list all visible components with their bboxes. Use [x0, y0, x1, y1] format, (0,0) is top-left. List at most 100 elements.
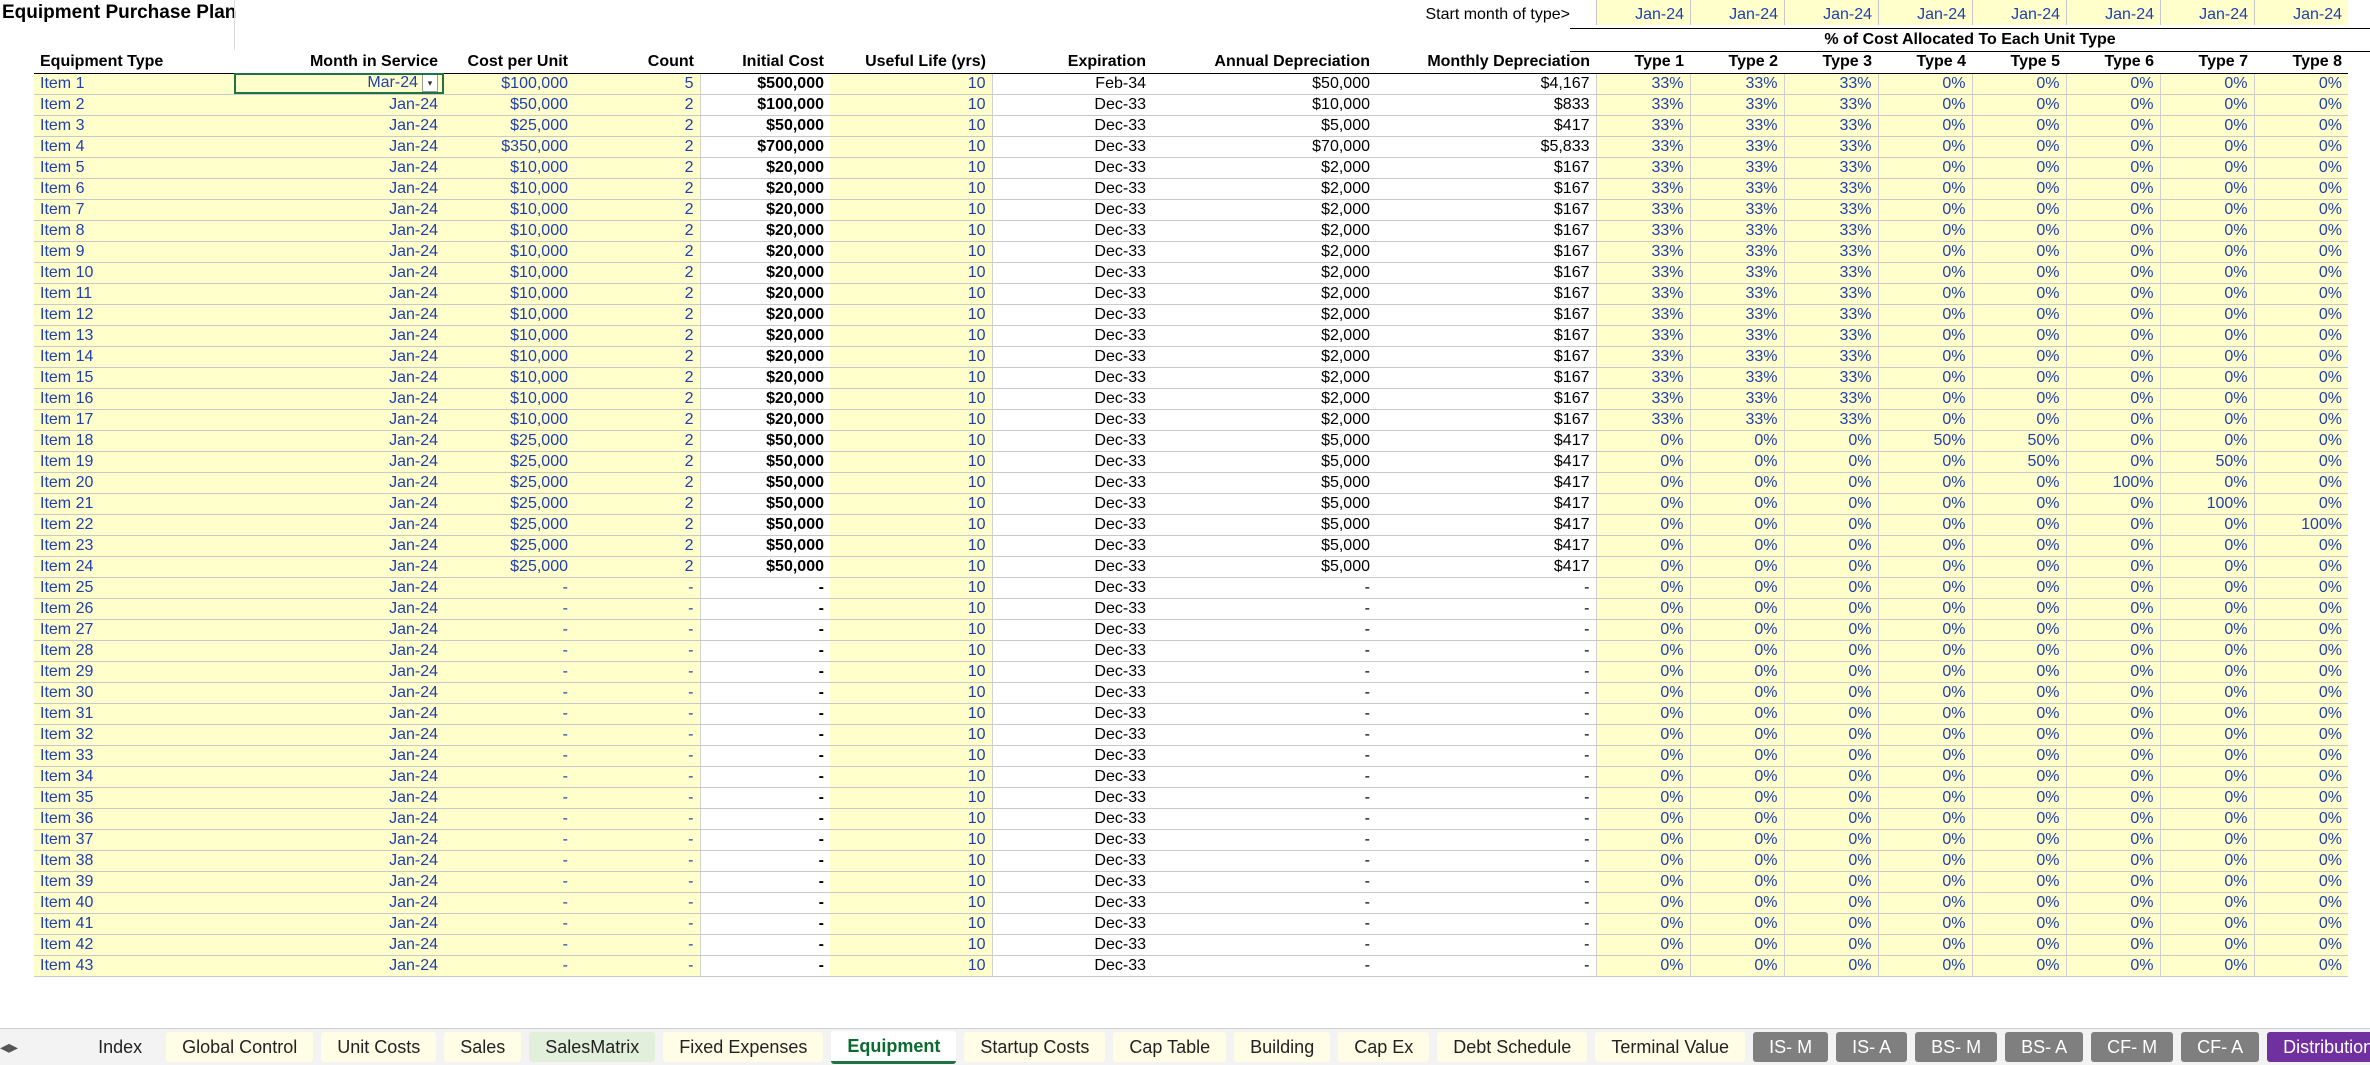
table-cell[interactable]: Item 4 [34, 136, 234, 158]
column-header[interactable]: Count [574, 51, 700, 74]
table-cell[interactable]: 0% [2253, 661, 2348, 683]
table-cell[interactable]: 0% [1595, 871, 1690, 893]
table-cell[interactable]: 0% [1971, 136, 2066, 158]
table-cell[interactable]: 100% [2065, 472, 2160, 494]
table-cell[interactable]: 0% [2065, 598, 2160, 620]
table-cell[interactable]: 0% [2159, 136, 2254, 158]
table-cell[interactable]: - [444, 766, 574, 788]
table-cell[interactable]: - [1376, 934, 1596, 956]
table-cell[interactable]: 0% [2159, 913, 2254, 935]
table-cell[interactable]: $10,000 [444, 388, 574, 410]
table-cell[interactable]: Item 23 [34, 535, 234, 557]
table-cell[interactable]: Dec-33 [991, 199, 1152, 221]
table-cell[interactable]: $50,000 [699, 556, 830, 578]
column-header[interactable]: Type 5 [1972, 51, 2066, 74]
table-cell[interactable]: 0% [1971, 913, 2066, 935]
table-cell[interactable]: 0% [1877, 577, 1972, 599]
table-cell[interactable]: 0% [2159, 724, 2254, 746]
table-cell[interactable]: - [699, 724, 830, 746]
column-header[interactable]: Type 8 [2254, 51, 2348, 74]
table-cell[interactable]: - [444, 598, 574, 620]
table-cell[interactable]: $25,000 [444, 514, 574, 536]
start-month-type-5[interactable]: Jan-24 [1972, 0, 2066, 25]
table-cell[interactable]: 0% [1971, 535, 2066, 557]
table-cell[interactable]: Item 8 [34, 220, 234, 242]
table-cell[interactable]: 0% [2253, 556, 2348, 578]
table-cell[interactable]: 33% [1689, 199, 1784, 221]
table-cell[interactable]: 10 [830, 241, 992, 263]
table-cell[interactable]: - [574, 598, 700, 620]
table-cell[interactable]: - [574, 619, 700, 641]
table-cell[interactable]: 0% [1877, 514, 1972, 536]
table-cell[interactable]: $2,000 [1152, 199, 1376, 221]
table-cell[interactable]: Jan-24 [234, 157, 444, 179]
table-cell[interactable]: Item 21 [34, 493, 234, 515]
table-cell[interactable]: $50,000 [699, 451, 830, 473]
table-cell[interactable]: 0% [2065, 220, 2160, 242]
table-cell[interactable]: - [1152, 661, 1376, 683]
table-cell[interactable]: Dec-33 [991, 808, 1152, 830]
table-cell[interactable]: 0% [2065, 199, 2160, 221]
table-cell[interactable]: - [1152, 577, 1376, 599]
table-cell[interactable]: 0% [1877, 199, 1972, 221]
table-cell[interactable]: 0% [1877, 325, 1972, 347]
table-cell[interactable]: Item 11 [34, 283, 234, 305]
table-cell[interactable]: $2,000 [1152, 241, 1376, 263]
table-cell[interactable]: 0% [2253, 136, 2348, 158]
table-cell[interactable]: Item 17 [34, 409, 234, 431]
table-cell[interactable]: Dec-33 [991, 640, 1152, 662]
table-cell[interactable]: 0% [1971, 766, 2066, 788]
table-cell[interactable]: $167 [1376, 283, 1596, 305]
table-cell[interactable]: Jan-24 [234, 556, 444, 578]
table-cell[interactable]: $2,000 [1152, 157, 1376, 179]
table-cell[interactable]: 0% [1595, 703, 1690, 725]
table-cell[interactable]: $167 [1376, 178, 1596, 200]
table-cell[interactable]: Jan-24 [234, 535, 444, 557]
table-cell[interactable]: 10 [830, 115, 992, 137]
table-cell[interactable]: 33% [1783, 157, 1878, 179]
table-cell[interactable]: 10 [830, 724, 992, 746]
table-cell[interactable]: Jan-24 [234, 850, 444, 872]
table-cell[interactable]: - [1152, 703, 1376, 725]
table-cell[interactable]: 0% [1689, 472, 1784, 494]
table-cell[interactable]: 0% [1783, 829, 1878, 851]
table-cell[interactable]: $167 [1376, 199, 1596, 221]
table-cell[interactable]: 0% [1877, 451, 1972, 473]
table-cell[interactable]: 0% [2253, 325, 2348, 347]
table-cell[interactable]: 33% [1595, 262, 1690, 284]
table-cell[interactable]: 0% [1971, 262, 2066, 284]
table-cell[interactable]: Dec-33 [991, 472, 1152, 494]
table-cell[interactable]: - [574, 850, 700, 872]
table-cell[interactable]: 0% [2253, 871, 2348, 893]
table-cell[interactable]: 0% [1877, 703, 1972, 725]
start-month-type-3[interactable]: Jan-24 [1784, 0, 1878, 25]
table-cell[interactable]: Dec-33 [991, 136, 1152, 158]
table-cell[interactable]: 0% [2159, 556, 2254, 578]
column-header[interactable]: Useful Life (yrs) [830, 51, 992, 74]
table-cell[interactable]: 0% [2065, 94, 2160, 116]
table-cell[interactable]: 33% [1783, 115, 1878, 137]
table-cell[interactable]: Item 28 [34, 640, 234, 662]
table-cell[interactable]: - [699, 766, 830, 788]
table-cell[interactable]: 10 [830, 766, 992, 788]
tab-is-a[interactable]: IS- A [1836, 1032, 1908, 1062]
table-cell[interactable]: Item 9 [34, 241, 234, 263]
table-cell[interactable]: 0% [1971, 94, 2066, 116]
table-cell[interactable]: $2,000 [1152, 409, 1376, 431]
table-cell[interactable]: 0% [2253, 829, 2348, 851]
table-cell[interactable]: 0% [1971, 472, 2066, 494]
table-cell[interactable]: 10 [830, 157, 992, 179]
table-cell[interactable]: 0% [2253, 346, 2348, 368]
table-cell[interactable]: - [574, 787, 700, 809]
table-cell[interactable]: 0% [2159, 934, 2254, 956]
column-header[interactable]: Month in Service [234, 51, 444, 74]
table-cell[interactable]: 0% [1689, 745, 1784, 767]
table-cell[interactable]: 0% [1689, 955, 1784, 977]
table-cell[interactable]: $20,000 [699, 241, 830, 263]
table-cell[interactable]: 0% [1595, 514, 1690, 536]
tab-next-icon[interactable]: ▸ [9, 1037, 18, 1058]
table-cell[interactable]: 0% [2159, 661, 2254, 683]
table-cell[interactable]: 33% [1783, 94, 1878, 116]
table-cell[interactable]: - [574, 892, 700, 914]
table-cell[interactable]: $167 [1376, 157, 1596, 179]
